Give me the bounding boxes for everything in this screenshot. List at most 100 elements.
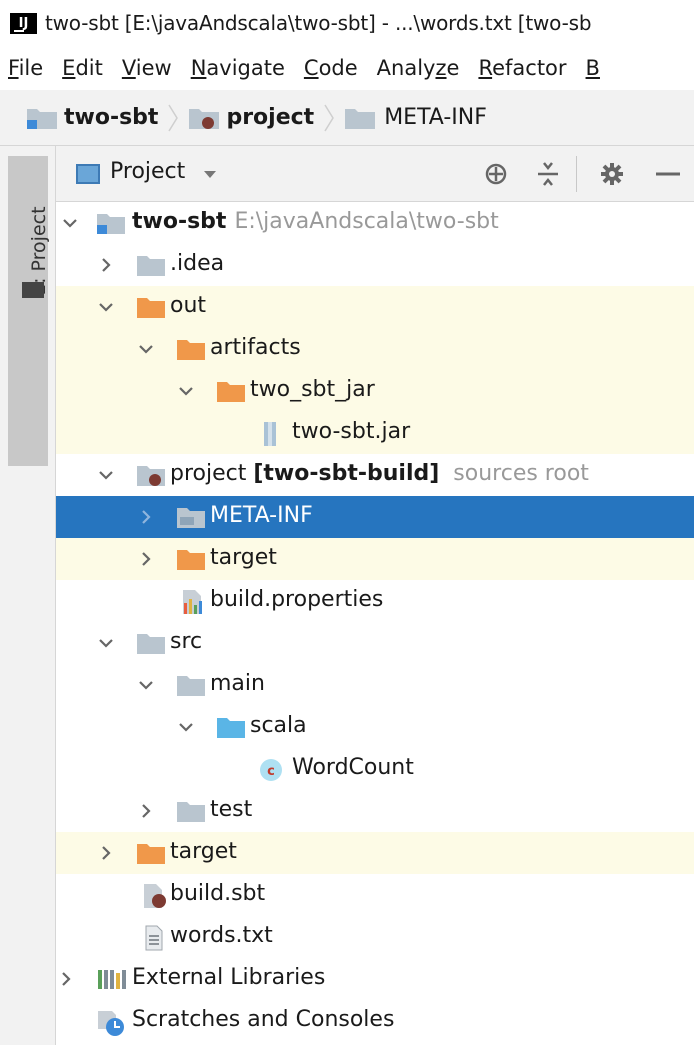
collapse-all-icon[interactable] [532, 158, 564, 190]
tree-node-idea[interactable]: .idea [56, 244, 694, 286]
tree-node-project-target[interactable]: target [56, 538, 694, 580]
tree-node-words-txt[interactable]: words.txt [56, 916, 694, 958]
menu-navigate[interactable]: Navigate [191, 56, 285, 80]
tree-node-test[interactable]: test [56, 790, 694, 832]
chevron-right-icon[interactable] [96, 255, 116, 275]
excluded-folder-icon [217, 382, 245, 402]
chevron-down-icon[interactable] [176, 381, 196, 401]
tree-node-build-properties[interactable]: build.properties [56, 580, 694, 622]
title-bar: IJ two-sbt [E:\javaAndscala\two-sbt] - .… [0, 0, 694, 46]
tree-node-label: out [170, 293, 207, 318]
tree-node-label: build.properties [210, 587, 384, 612]
tree-node-main[interactable]: main [56, 664, 694, 706]
folder-icon [177, 676, 205, 696]
breadcrumb: two-sbt project META-INF [0, 90, 694, 146]
folder-icon [137, 634, 165, 654]
gear-icon[interactable] [596, 158, 628, 190]
tree-node-target[interactable]: target [56, 832, 694, 874]
text-file-icon [145, 925, 163, 951]
chevron-down-icon[interactable] [136, 339, 156, 359]
scala-class-icon: c [260, 759, 282, 781]
tree-node-build-sbt[interactable]: build.sbt [56, 874, 694, 916]
menu-view[interactable]: View [122, 56, 172, 80]
folder-icon [137, 256, 165, 276]
tree-node-label: scala [250, 713, 307, 738]
tree-node-out[interactable]: out [56, 286, 694, 328]
locate-icon[interactable] [480, 158, 512, 190]
breadcrumb-separator-icon [324, 104, 335, 131]
tree-node-label: Scratches and Consoles [132, 1007, 395, 1032]
tree-node-scala[interactable]: scala [56, 706, 694, 748]
source-folder-icon [217, 718, 245, 738]
properties-file-icon [183, 590, 202, 614]
menu-bar: File Edit View Navigate Code Analyze Ref… [0, 46, 694, 90]
chevron-down-icon[interactable] [60, 213, 80, 233]
tree-node-label: two-sbt [132, 209, 227, 234]
tree-node-wordcount[interactable]: c WordCount [56, 748, 694, 790]
tree-node-label: WordCount [292, 755, 414, 780]
module-folder-icon [97, 214, 125, 234]
breadcrumb-item-meta-inf[interactable]: META-INF [344, 105, 487, 130]
menu-analyze[interactable]: Analyze [377, 56, 460, 80]
tree-node-note: sources root [453, 461, 589, 486]
tree-node-scratches[interactable]: Scratches and Consoles [56, 1000, 694, 1042]
tree-node-external-libraries[interactable]: External Libraries [56, 958, 694, 1000]
tree-node-label: two_sbt_jar [250, 377, 375, 402]
sbt-folder-icon [189, 108, 220, 129]
tool-window-strip: 1: Project [0, 146, 56, 1045]
chevron-right-icon[interactable] [136, 549, 156, 569]
chevron-down-icon[interactable] [204, 171, 216, 178]
chevron-right-icon[interactable] [56, 969, 76, 989]
chevron-down-icon[interactable] [176, 717, 196, 737]
project-tree: two-sbt E:\javaAndscala\two-sbt .idea out… [56, 202, 694, 1045]
tree-node-label: target [210, 545, 277, 570]
chevron-right-icon[interactable] [136, 801, 156, 821]
sbt-file-icon [144, 884, 166, 908]
tree-node-label: project [170, 461, 247, 486]
folder-icon [177, 802, 205, 822]
svg-text:c: c [267, 764, 275, 779]
chevron-right-icon[interactable] [96, 843, 116, 863]
tree-node-two-sbt-jar[interactable]: two_sbt_jar [56, 370, 694, 412]
tree-node-label: test [210, 797, 253, 822]
minimize-icon[interactable] [652, 158, 684, 190]
chevron-right-icon[interactable] [136, 507, 156, 527]
tree-node-two-sbt-jar-file[interactable]: two-sbt.jar [56, 412, 694, 454]
tree-node-label: artifacts [210, 335, 301, 360]
project-view-selector[interactable]: Project [110, 159, 185, 184]
chevron-down-icon[interactable] [96, 633, 116, 653]
excluded-folder-icon [137, 298, 165, 318]
tree-node-label: target [170, 839, 237, 864]
tree-node-path: E:\javaAndscala\two-sbt [234, 209, 499, 234]
chevron-down-icon[interactable] [96, 465, 116, 485]
tree-node-module: [two-sbt-build] [253, 461, 440, 486]
library-icon [98, 970, 126, 989]
menu-code[interactable]: Code [304, 56, 358, 80]
breadcrumb-item-project[interactable]: project [188, 105, 314, 130]
tree-node-two-sbt[interactable]: two-sbt E:\javaAndscala\two-sbt [56, 202, 694, 244]
project-toolbar: Project [56, 146, 694, 202]
tree-node-project[interactable]: project [two-sbt-build] sources root [56, 454, 694, 496]
chevron-down-icon[interactable] [136, 675, 156, 695]
menu-build[interactable]: B [586, 56, 600, 80]
breadcrumb-separator-icon [168, 104, 179, 131]
menu-refactor[interactable]: Refactor [478, 56, 566, 80]
excluded-folder-icon [177, 550, 205, 570]
tree-node-meta-inf[interactable]: META-INF [56, 496, 694, 538]
tree-node-artifacts[interactable]: artifacts [56, 328, 694, 370]
project-tool-tab[interactable]: 1: Project [8, 156, 50, 466]
menu-file[interactable]: File [8, 56, 43, 80]
menu-edit[interactable]: Edit [62, 56, 103, 80]
module-folder-icon [27, 108, 57, 129]
breadcrumb-item-two-sbt[interactable]: two-sbt [26, 105, 158, 130]
chevron-down-icon[interactable] [96, 297, 116, 317]
tree-node-label: words.txt [170, 923, 273, 948]
tree-node-src[interactable]: src [56, 622, 694, 664]
folder-icon [345, 108, 376, 129]
excluded-folder-icon [177, 340, 205, 360]
tree-node-label: main [210, 671, 265, 696]
tree-node-label: src [170, 629, 203, 654]
project-view-icon [76, 164, 100, 184]
folder-icon [22, 282, 44, 298]
tree-node-label: .idea [170, 251, 225, 276]
